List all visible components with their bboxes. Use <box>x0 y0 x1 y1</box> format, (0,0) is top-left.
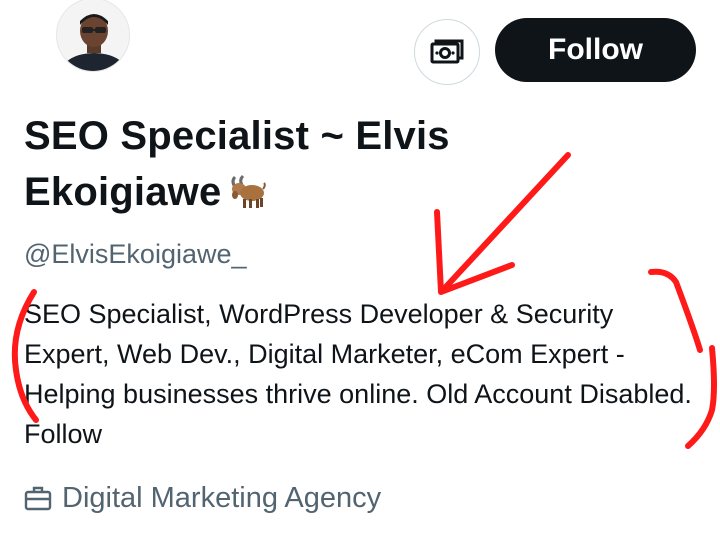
display-name: SEO Specialist ~ Elvis Ekoigiawe <box>24 108 624 226</box>
profile-header: Follow SEO Specialist ~ Elvis Ekoigiawe … <box>0 0 720 533</box>
subscribe-button[interactable] <box>414 19 480 85</box>
category-label: Digital Marketing Agency <box>62 482 382 514</box>
avatar-photo <box>57 0 129 71</box>
display-name-line1: SEO Specialist ~ Elvis <box>24 114 450 158</box>
avatar[interactable] <box>56 0 130 72</box>
profile-bio: SEO Specialist, WordPress Developer & Se… <box>24 299 692 449</box>
briefcase-icon <box>24 485 52 511</box>
user-handle: @ElvisEkoigiawe_ <box>24 239 247 269</box>
display-name-line2: Ekoigiawe <box>24 170 222 214</box>
follow-button[interactable]: Follow <box>495 18 696 82</box>
money-icon <box>430 39 464 64</box>
profile-category: Digital Marketing Agency <box>24 478 381 518</box>
goat-icon <box>227 170 267 226</box>
